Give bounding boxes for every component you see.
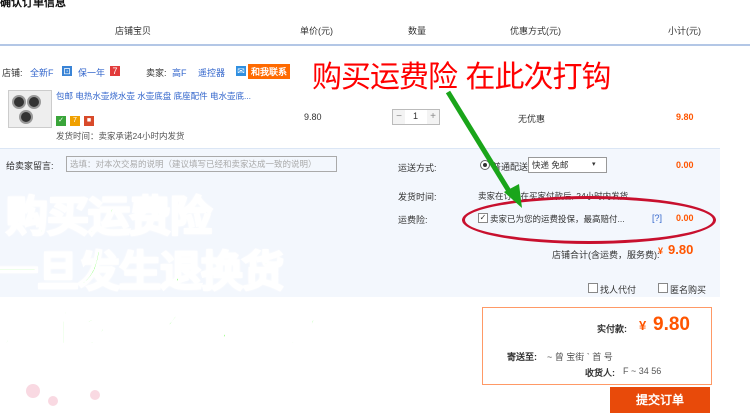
overlay-green-line1: 购买运费险 [5,191,213,242]
overlay-green-line2: 一旦发生退换货 [0,246,285,297]
overlay-green-line3: 淘宝会赔付退换运费 [1,302,373,353]
decor-heart [90,390,100,400]
overlay-top-caption: 购买运费险 在此次打钩 [312,60,612,95]
decor-heart [26,384,40,398]
decor-heart [48,396,58,406]
